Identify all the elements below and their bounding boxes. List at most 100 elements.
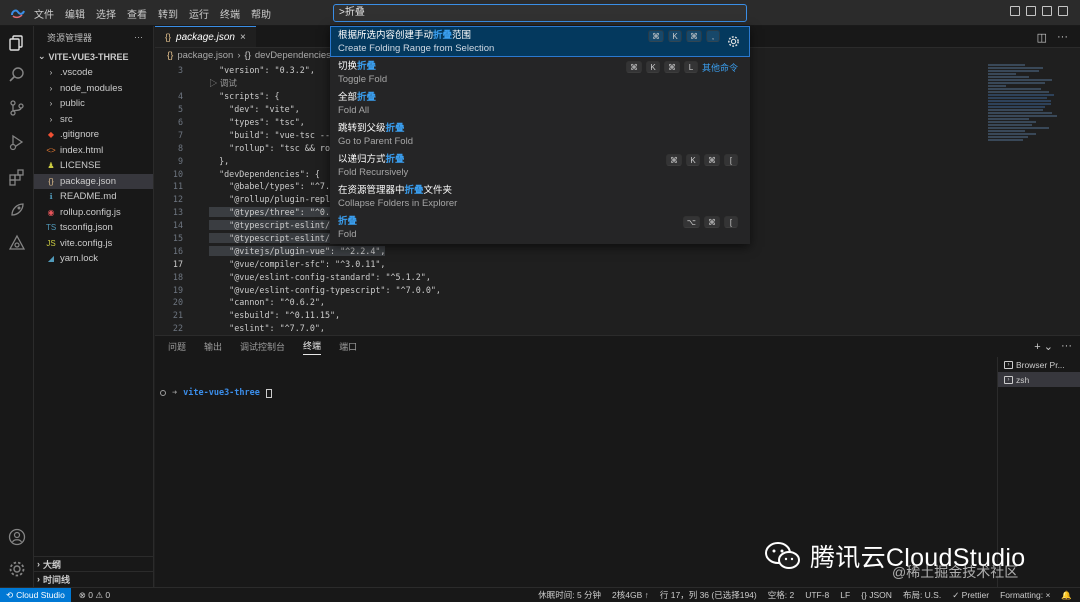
split-editor-icon[interactable]: ◫	[1037, 31, 1047, 44]
settings-gear-icon[interactable]	[8, 560, 26, 578]
problems-indicator[interactable]: ⊗ 0 ⚠ 0	[79, 590, 110, 601]
status-item[interactable]: ✓ Prettier	[952, 590, 989, 601]
explorer-more-button[interactable]: ···	[134, 32, 143, 42]
menu-item[interactable]: 文件	[34, 6, 54, 21]
minimap-line	[988, 97, 1047, 99]
minimap-line	[988, 139, 1023, 141]
file-tree-item[interactable]: › .vscode	[34, 65, 153, 81]
status-item[interactable]: 🔔	[1061, 590, 1072, 601]
keybinding-key: ⌘	[626, 61, 642, 73]
file-tree-item[interactable]: <> index.html	[34, 143, 153, 159]
menu-item[interactable]: 选择	[96, 6, 116, 21]
search-icon[interactable]	[8, 66, 26, 84]
status-item[interactable]: 休眠时间: 5 分钟	[538, 589, 601, 601]
workspace-folder[interactable]: ⌄ VITE-VUE3-THREE	[34, 48, 153, 65]
deploy-rocket-icon[interactable]	[8, 201, 26, 219]
terminal-instance[interactable]: › zsh	[998, 372, 1080, 387]
panel-tab[interactable]: 输出	[204, 340, 222, 353]
file-tree-item[interactable]: ♟ LICENSE	[34, 158, 153, 174]
file-tree-item[interactable]: ◆ .gitignore	[34, 127, 153, 143]
menu-item[interactable]: 帮助	[251, 6, 271, 21]
palette-title-pre: 根据所选内容创建手动	[338, 30, 434, 41]
tab-package-json[interactable]: {} package.json ×	[155, 26, 256, 47]
cloud-resource-icon[interactable]	[8, 234, 26, 252]
file-tree-item[interactable]: TS tsconfig.json	[34, 220, 153, 236]
menu-item[interactable]: 编辑	[65, 6, 85, 21]
panel-tab[interactable]: 问题	[168, 340, 186, 353]
palette-item[interactable]: 在资源管理器中折叠文件夹 Collapse Folders in Explorer	[330, 181, 750, 212]
status-item[interactable]: LF	[840, 590, 850, 600]
line-number: 17	[172, 258, 183, 269]
configure-keybinding-gear-icon[interactable]	[727, 35, 740, 48]
file-tree-item[interactable]: ◉ rollup.config.js	[34, 205, 153, 221]
panel-tabs: 问题 输出 调试控制台 终端 端口	[155, 336, 1080, 357]
file-tree-label: LICENSE	[60, 160, 101, 172]
status-item[interactable]: 空格: 2	[768, 589, 794, 601]
timeline-section[interactable]: › 时间线	[34, 571, 154, 586]
panel-tab[interactable]: 调试控制台	[240, 340, 285, 353]
palette-item[interactable]: 全部折叠 Fold All	[330, 88, 750, 119]
file-tree-item[interactable]: ◢ yarn.lock	[34, 251, 153, 267]
keybinding-key: K	[646, 61, 660, 73]
panel-more-button[interactable]: ···	[1061, 340, 1072, 353]
new-terminal-button[interactable]: + ⌄	[1034, 340, 1053, 353]
status-item[interactable]: Formatting: ×	[1000, 590, 1050, 600]
panel-tab[interactable]: 终端	[303, 339, 322, 355]
menu-item[interactable]: 运行	[189, 6, 209, 21]
status-item[interactable]: {} JSON	[861, 590, 892, 600]
panel-tab[interactable]: 端口	[339, 340, 357, 353]
status-item[interactable]: UTF-8	[805, 590, 829, 600]
source-control-icon[interactable]	[8, 99, 26, 117]
extensions-icon[interactable]	[8, 168, 26, 186]
minimap[interactable]	[988, 64, 1080, 334]
status-item[interactable]: 行 17，列 36 (已选择194)	[660, 589, 757, 601]
customize-layout-icon[interactable]	[1058, 6, 1068, 16]
outline-section[interactable]: › 大纲	[34, 556, 154, 571]
explorer-icon[interactable]	[8, 34, 26, 52]
toggle-secondary-sidebar-icon[interactable]	[1042, 6, 1052, 16]
line-text: "@babel/types": "^7.18	[209, 181, 341, 192]
file-type-icon: ›	[49, 83, 53, 93]
palette-item[interactable]: 切换折叠 Toggle Fold ⌘ K ⌘ L 其他命令	[330, 57, 750, 88]
line-content: "esbuild": "^0.11.15",	[183, 310, 340, 320]
file-tree-item[interactable]: › public	[34, 96, 153, 112]
toggle-sidebar-icon[interactable]	[1010, 6, 1020, 16]
palette-title-post: 文件夹	[423, 185, 453, 196]
menu-item[interactable]: 查看	[127, 6, 147, 21]
layout-controls	[1010, 6, 1068, 16]
palette-item[interactable]: 以递归方式折叠 Fold Recursively ⌘ K ⌘ [	[330, 150, 750, 181]
menu-item[interactable]: 终端	[220, 6, 240, 21]
palette-item[interactable]: 跳转到父级折叠 Go to Parent Fold	[330, 119, 750, 150]
file-tree-label: README.md	[60, 191, 117, 203]
breadcrumb-file[interactable]: package.json	[177, 50, 233, 61]
codelens-debug[interactable]: ▷ 调试	[183, 77, 237, 89]
account-icon[interactable]	[8, 528, 26, 546]
menu-item[interactable]: 转到	[158, 6, 178, 21]
palette-item[interactable]: 折叠 Fold ⌥ ⌘ [	[330, 212, 750, 243]
palette-item[interactable]: 根据所选内容创建手动折叠范围 Create Folding Range from …	[330, 26, 750, 57]
chevron-down-icon: ⌄	[38, 51, 46, 61]
tab-close-button[interactable]: ×	[240, 32, 246, 43]
other-commands-link[interactable]: 其他命令	[702, 61, 738, 74]
status-item[interactable]: 布局: U.S.	[903, 589, 941, 601]
file-tree-label: public	[60, 98, 85, 110]
activity-bar	[0, 26, 34, 587]
terminal-instance[interactable]: › Browser Pr...	[998, 357, 1080, 372]
file-tree-item[interactable]: › node_modules	[34, 81, 153, 97]
breadcrumb-node[interactable]: devDependencies	[255, 50, 331, 61]
minimap-line	[988, 124, 1033, 126]
remote-indicator[interactable]: ⟲ Cloud Studio	[0, 587, 71, 602]
file-tree-item[interactable]: › src	[34, 112, 153, 128]
toggle-panel-icon[interactable]	[1026, 6, 1036, 16]
minimap-line	[988, 133, 1036, 135]
run-debug-icon[interactable]	[8, 133, 26, 151]
file-tree-item[interactable]: {} package.json	[34, 173, 153, 189]
line-text: "@rollup/plugin-replac	[209, 194, 341, 205]
file-tree-item[interactable]: JS vite.config.js	[34, 236, 153, 252]
minimap-line	[988, 73, 1016, 75]
editor-more-icon[interactable]: ···	[1057, 31, 1068, 44]
terminal-prompt[interactable]: ➜ vite-vue3-three	[160, 388, 272, 398]
file-tree-item[interactable]: ℹ README.md	[34, 189, 153, 205]
command-palette-input[interactable]: >折叠	[333, 4, 747, 22]
status-item[interactable]: 2核4GB ↑	[612, 589, 649, 601]
